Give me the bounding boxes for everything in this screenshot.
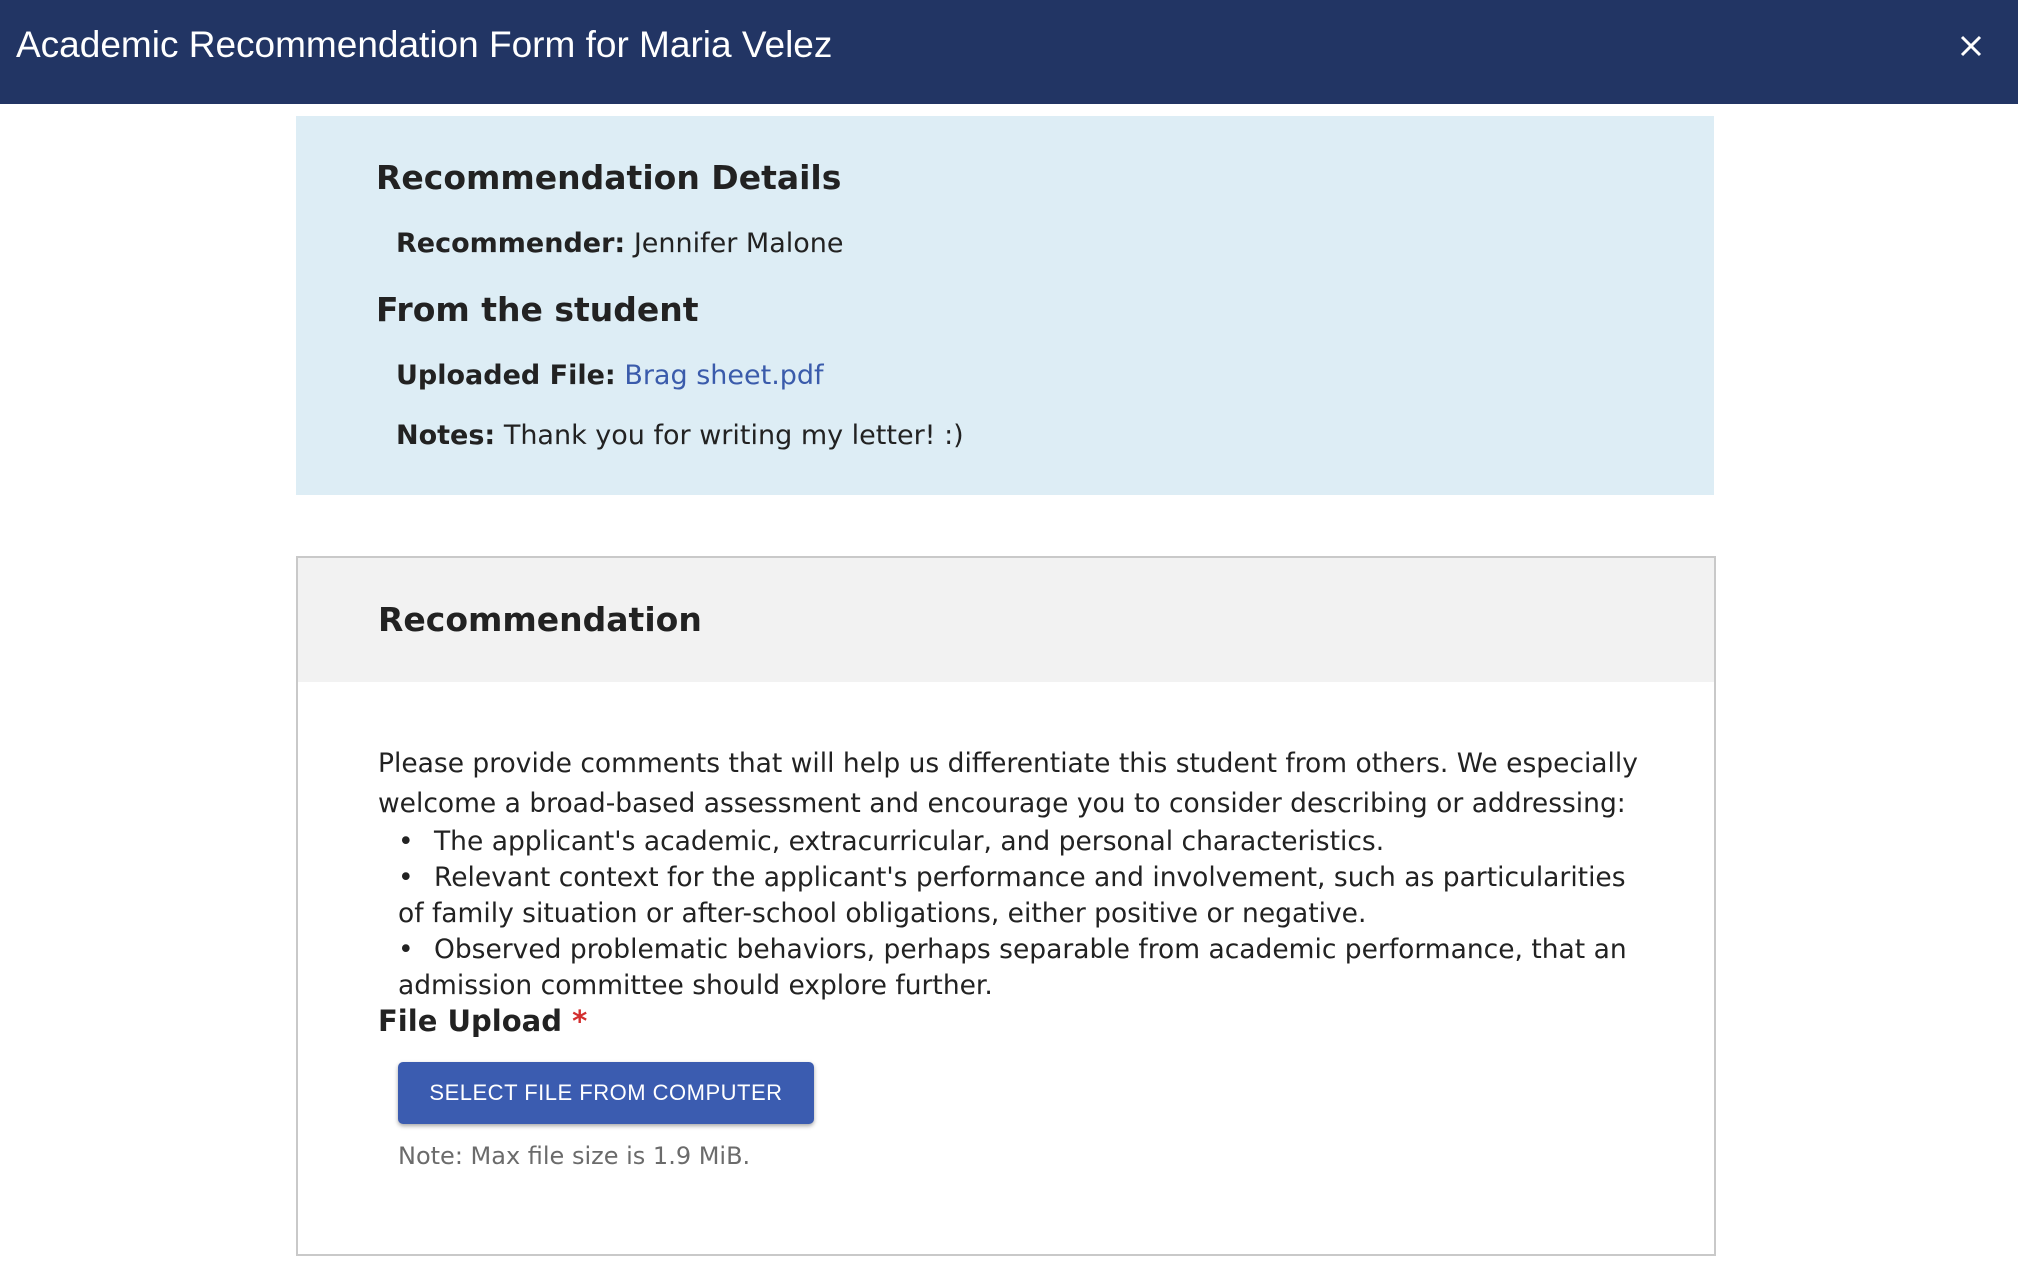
- student-heading: From the student: [376, 290, 699, 329]
- notes-label: Notes:: [396, 420, 496, 451]
- required-marker: *: [572, 1004, 588, 1038]
- recommendation-details-panel: Recommendation Details Recommender: Jenn…: [296, 116, 1714, 495]
- notes-row: Notes: Thank you for writing my letter! …: [396, 420, 964, 451]
- details-heading: Recommendation Details: [376, 158, 842, 197]
- instructions-intro: Please provide comments that will help u…: [378, 748, 1638, 819]
- notes-value: Thank you for writing my letter! :): [503, 420, 964, 451]
- list-item: • Observed problematic behaviors, perhaps…: [398, 934, 1627, 1001]
- uploaded-file-row: Uploaded File: Brag sheet.pdf: [396, 360, 824, 391]
- page-title: Academic Recommendation Form for Maria V…: [16, 24, 833, 65]
- close-button[interactable]: [1950, 25, 1990, 65]
- close-icon[interactable]: [1950, 25, 1990, 65]
- file-upload-label: File Upload *: [378, 1004, 588, 1038]
- recommender-row: Recommender: Jennifer Malone: [396, 228, 844, 259]
- uploaded-file-link[interactable]: Brag sheet.pdf: [624, 360, 823, 391]
- recommendation-card: Recommendation Please provide comments t…: [296, 556, 1716, 1256]
- list-item: • Relevant context for the applicant's pe…: [398, 862, 1626, 929]
- uploaded-file-label: Uploaded File:: [396, 360, 616, 391]
- header-bar: Academic Recommendation Form for Maria V…: [0, 0, 2018, 104]
- recommendation-instructions: Please provide comments that will help u…: [378, 744, 1658, 1004]
- recommendation-card-header: Recommendation: [298, 558, 1714, 682]
- recommender-label: Recommender:: [396, 228, 626, 259]
- recommender-value: Jennifer Malone: [633, 228, 844, 259]
- select-file-button[interactable]: SELECT FILE FROM COMPUTER: [398, 1062, 814, 1124]
- file-size-note: Note: Max file size is 1.9 MiB.: [398, 1142, 751, 1170]
- recommendation-title: Recommendation: [378, 600, 702, 639]
- list-item: • The applicant's academic, extracurricul…: [398, 826, 1385, 857]
- instructions-list: • The applicant's academic, extracurricul…: [378, 824, 1658, 1004]
